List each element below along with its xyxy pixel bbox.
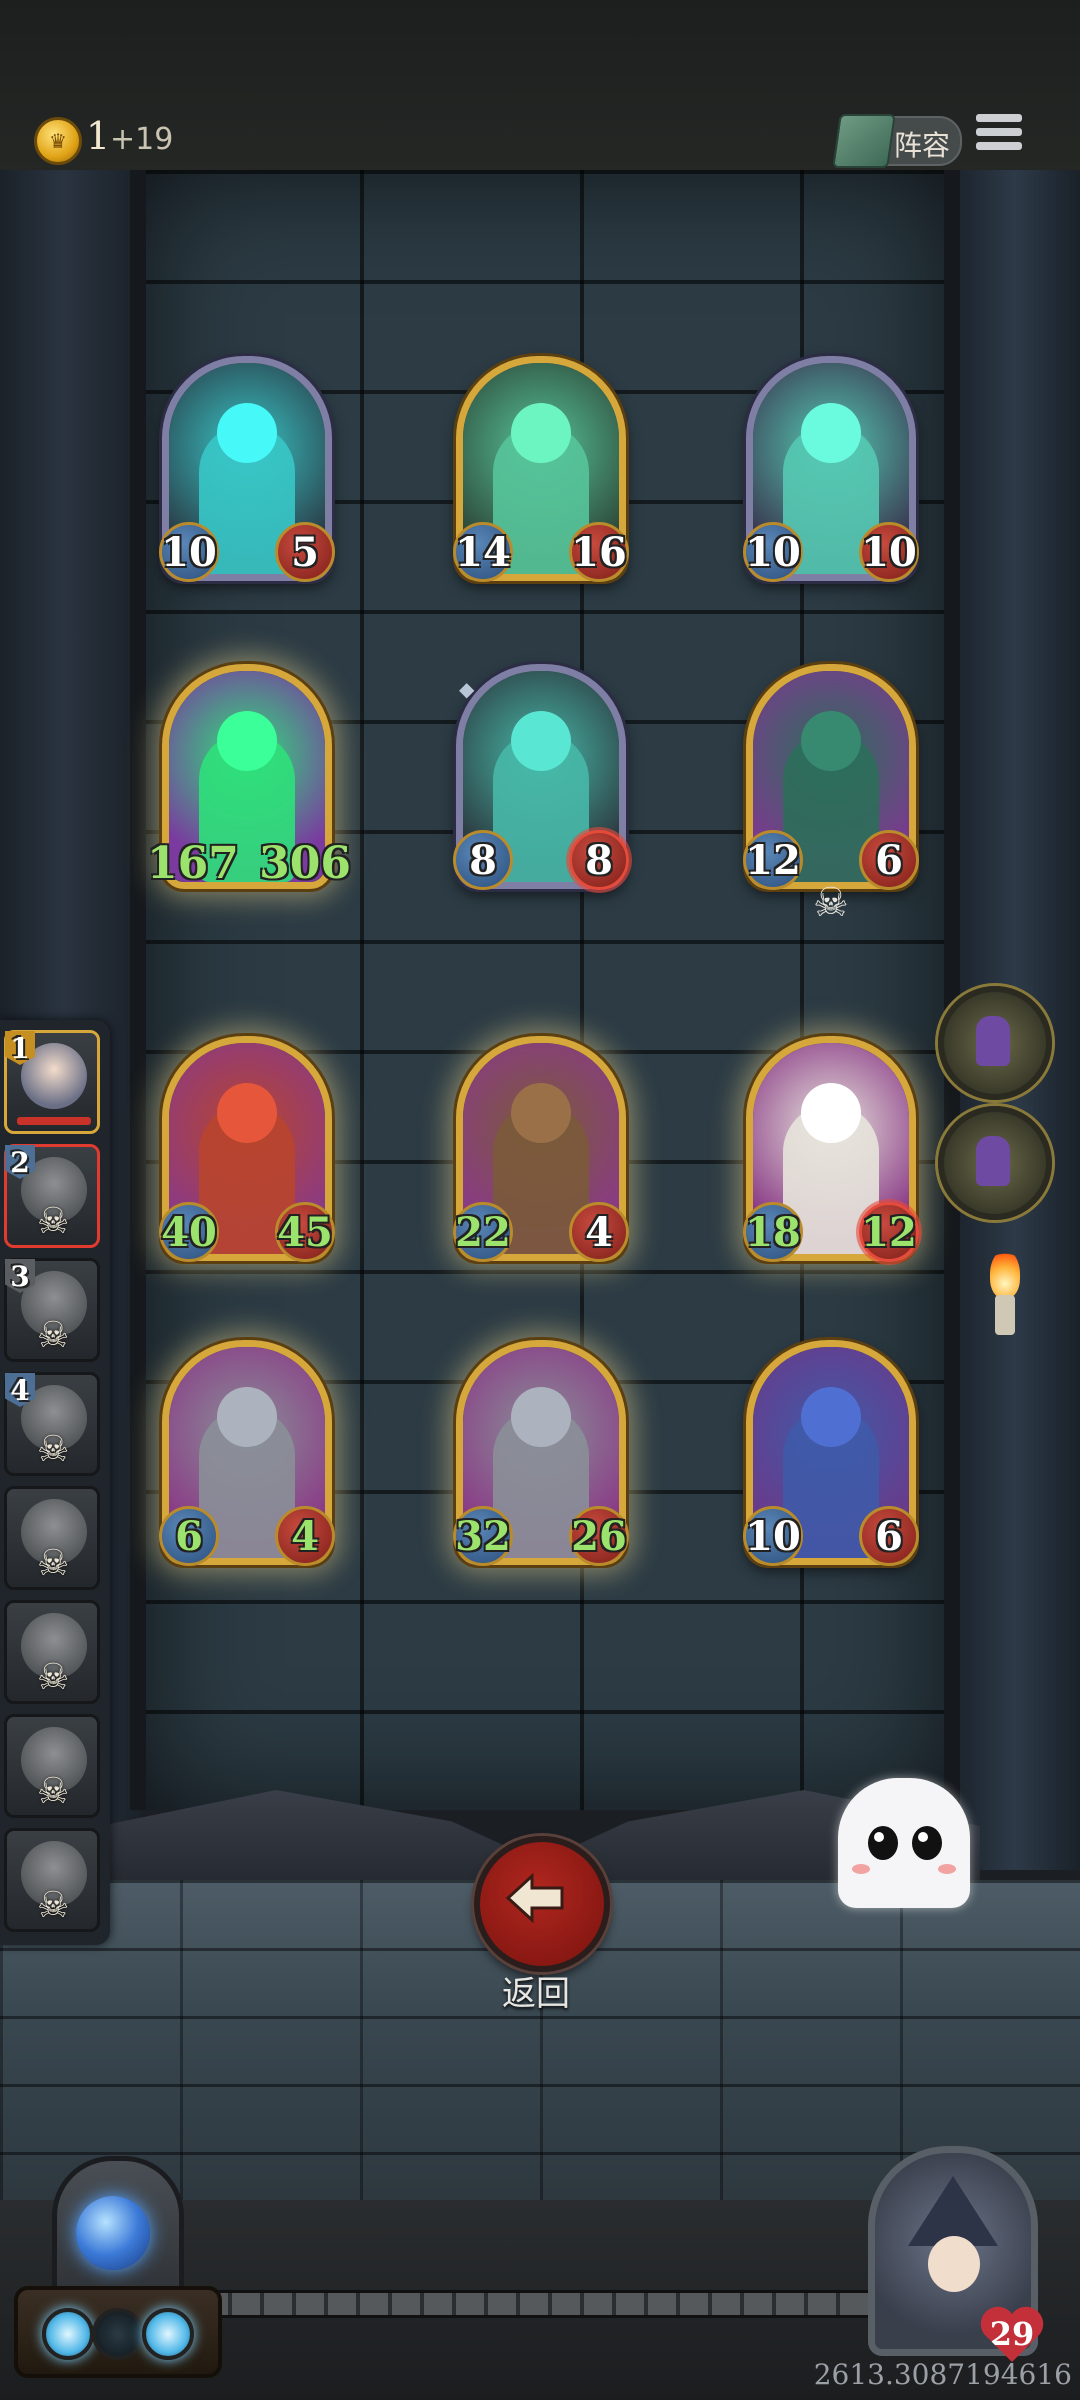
health-bar bbox=[17, 1117, 91, 1125]
skull-icon: ☠ bbox=[813, 880, 849, 926]
lineup-slot[interactable]: 3 ☠ bbox=[4, 1258, 100, 1362]
spell-charge-orb bbox=[92, 2308, 144, 2360]
attack-stat: 10 bbox=[159, 522, 219, 582]
skull-icon: ☠ bbox=[37, 1429, 70, 1470]
health-stat: 4 bbox=[569, 1202, 629, 1262]
attack-stat: 22 bbox=[453, 1202, 513, 1262]
attack-stat: 10 bbox=[743, 522, 803, 582]
lineup-slots: 1 2 ☠ 3 ☠ 4 ☠ ☠ ☠ ☠ ☠ bbox=[0, 1030, 110, 1950]
back-button[interactable] bbox=[474, 1836, 610, 1972]
seed-text: 2613.3087194616 bbox=[813, 2358, 1072, 2391]
minion-card-blue-gold-knight[interactable]: 10 6 bbox=[743, 1340, 919, 1566]
crystal-altar[interactable] bbox=[14, 2156, 222, 2378]
health-stat: 5 bbox=[275, 522, 335, 582]
skull-icon: ☠ bbox=[37, 1885, 70, 1926]
health-stat: 10 bbox=[859, 522, 919, 582]
lineup-slot[interactable]: ☠ bbox=[4, 1828, 100, 1932]
skull-icon: ☠ bbox=[37, 1771, 70, 1812]
hero-portrait[interactable]: 29 bbox=[868, 2146, 1038, 2356]
attack-stat: 10 bbox=[743, 1506, 803, 1566]
attack-stat: 12 bbox=[743, 830, 803, 890]
attack-stat: 14 bbox=[453, 522, 513, 582]
lineup-slot[interactable]: 2 ☠ bbox=[4, 1144, 100, 1248]
health-stat: 45 bbox=[275, 1202, 335, 1262]
minion-card-spectral-skeleton[interactable]: 8 8 ◆ bbox=[453, 664, 629, 890]
relic-orb[interactable] bbox=[938, 1106, 1052, 1220]
skull-icon: ☠ bbox=[37, 1657, 70, 1698]
health-stat: 26 bbox=[569, 1506, 629, 1566]
health-stat: 6 bbox=[859, 1506, 919, 1566]
imp-icon bbox=[976, 1016, 1010, 1066]
skull-icon: ☠ bbox=[37, 1543, 70, 1584]
lineup-slot[interactable]: 4 ☠ bbox=[4, 1372, 100, 1476]
ghost-mascot[interactable] bbox=[838, 1778, 970, 1908]
back-arrow-icon bbox=[505, 1872, 564, 1924]
minion-card-hooded-old-sage[interactable]: 18 12 bbox=[743, 1036, 919, 1262]
health-stat: 6 bbox=[859, 830, 919, 890]
imp-icon bbox=[976, 1136, 1010, 1186]
minion-card-spectral-wolf[interactable]: 10 5 bbox=[159, 356, 335, 582]
health-stat: 4 bbox=[275, 1506, 335, 1566]
minion-card-spectral-demon-with-red-cloak[interactable]: 10 10 bbox=[743, 356, 919, 582]
health-stat: 8 bbox=[569, 830, 629, 890]
minion-card-armored-squire[interactable]: 40 45 bbox=[159, 1036, 335, 1262]
lineup-slot[interactable]: 1 bbox=[4, 1030, 100, 1134]
board: 10 5 14 16 10 10 167 306 8 8 ◆ 12 6 ☠ 40 45 22 4 18 12 6 4 32 2… bbox=[0, 0, 1080, 1700]
health-stat: 12 bbox=[859, 1202, 919, 1262]
spell-charge-orb bbox=[42, 2308, 94, 2360]
attack-stat: 6 bbox=[159, 1506, 219, 1566]
attack-stat: 18 bbox=[743, 1202, 803, 1262]
crystal-orb-icon bbox=[76, 2196, 150, 2270]
attack-stat: 8 bbox=[453, 830, 513, 890]
lineup-slot[interactable]: ☠ bbox=[4, 1486, 100, 1590]
health-stat: 306 bbox=[259, 837, 351, 889]
relic-orb[interactable] bbox=[938, 986, 1052, 1100]
spell-charge-orb bbox=[142, 2308, 194, 2360]
diamond-icon: ◆ bbox=[459, 677, 475, 701]
skull-icon: ☠ bbox=[37, 1201, 70, 1242]
attack-stat: 167 bbox=[147, 837, 239, 889]
attack-stat: 32 bbox=[453, 1506, 513, 1566]
minion-card-spectral-bearded-soldier[interactable]: 14 16 bbox=[453, 356, 629, 582]
bottom-rail bbox=[200, 2290, 880, 2318]
hero-face bbox=[928, 2236, 980, 2292]
minion-card-young-blacksmith[interactable]: 22 4 bbox=[453, 1036, 629, 1262]
lineup-slot[interactable]: ☠ bbox=[4, 1714, 100, 1818]
back-label: 返回 bbox=[502, 1974, 570, 2014]
minion-card-green-ghost-rogue[interactable]: 167 306 bbox=[147, 664, 351, 889]
minion-card-helmeted-guard[interactable]: 64 bbox=[159, 1340, 335, 1566]
attack-stat: 40 bbox=[159, 1202, 219, 1262]
skull-icon: ☠ bbox=[37, 1315, 70, 1356]
health-stat: 16 bbox=[569, 522, 629, 582]
lineup-slot[interactable]: ☠ bbox=[4, 1600, 100, 1704]
minion-card-sorceress-with-skull[interactable]: 12 6 ☠ bbox=[743, 664, 919, 926]
minion-card-helmeted-guard[interactable]: 32 26 bbox=[453, 1340, 629, 1566]
